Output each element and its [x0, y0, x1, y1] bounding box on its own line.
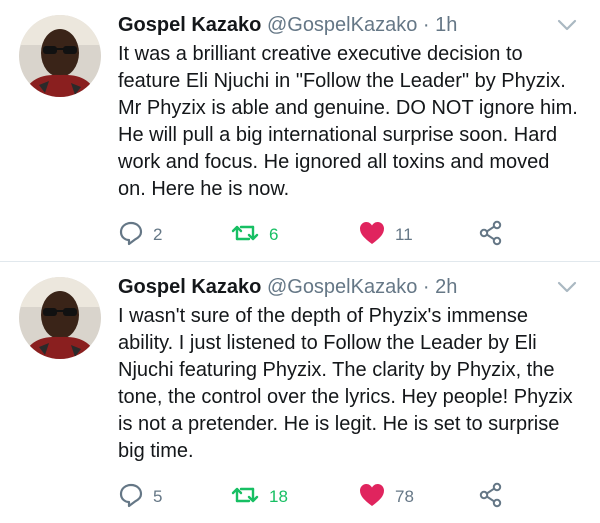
author-name[interactable]: Gospel Kazako [118, 276, 261, 298]
like-button[interactable]: 78 [358, 483, 414, 511]
retweet-icon [230, 221, 260, 250]
author-handle[interactable]: @GospelKazako [267, 14, 417, 36]
share-button[interactable] [478, 482, 504, 513]
tweet-header: Gospel Kazako @GospelKazako · 2h [118, 275, 457, 299]
retweet-icon [230, 483, 260, 512]
tweet-1[interactable]: Gospel Kazako @GospelKazako · 1h It was … [0, 0, 600, 261]
chevron-down-icon[interactable] [556, 17, 578, 33]
like-button[interactable]: 11 [358, 221, 413, 249]
timestamp[interactable]: 2h [435, 276, 457, 298]
retweet-button[interactable]: 18 [230, 483, 288, 511]
reply-button[interactable]: 2 [118, 221, 162, 249]
share-icon [478, 482, 504, 513]
reply-icon [118, 482, 144, 513]
avatar[interactable] [19, 15, 101, 97]
tweet-text: It was a brilliant creative executive de… [118, 43, 578, 200]
reply-count: 5 [153, 487, 163, 506]
tweet-2[interactable]: Gospel Kazako @GospelKazako · 2h I wasn'… [0, 262, 600, 523]
heart-icon [358, 220, 386, 251]
chevron-down-icon[interactable] [556, 279, 578, 295]
retweet-button[interactable]: 6 [230, 221, 278, 249]
author-handle[interactable]: @GospelKazako [267, 276, 417, 298]
avatar[interactable] [19, 277, 101, 359]
share-button[interactable] [478, 220, 504, 251]
share-icon [478, 220, 504, 251]
retweet-count: 6 [269, 225, 279, 244]
timestamp[interactable]: 1h [435, 14, 457, 36]
heart-icon [358, 482, 386, 513]
tweet-actions: 2 6 11 [118, 220, 600, 251]
reply-count: 2 [153, 225, 163, 244]
tweet-header: Gospel Kazako @GospelKazako · 1h [118, 13, 457, 37]
tweet-text: I wasn't sure of the depth of Phyzix's i… [118, 305, 573, 462]
separator: · [422, 14, 430, 36]
reply-button[interactable]: 5 [118, 483, 162, 511]
tweet-actions: 5 18 78 [118, 482, 600, 513]
reply-icon [118, 220, 144, 251]
separator: · [422, 276, 430, 298]
retweet-count: 18 [269, 487, 288, 506]
author-name[interactable]: Gospel Kazako [118, 14, 261, 36]
like-count: 11 [395, 225, 413, 244]
like-count: 78 [395, 487, 414, 506]
